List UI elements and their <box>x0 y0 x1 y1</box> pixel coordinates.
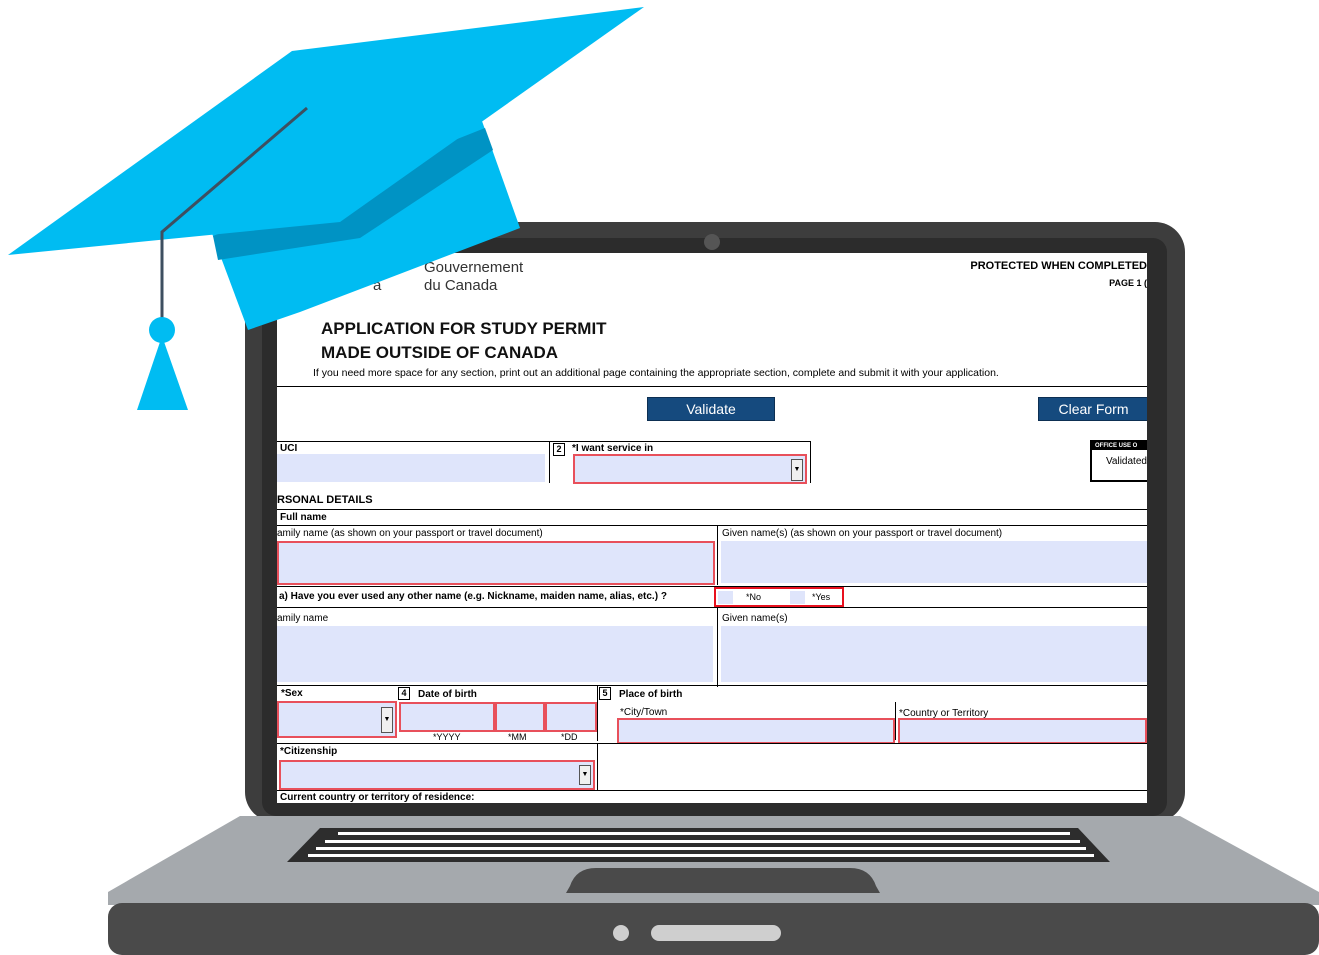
graduation-cap-icon <box>8 7 644 410</box>
